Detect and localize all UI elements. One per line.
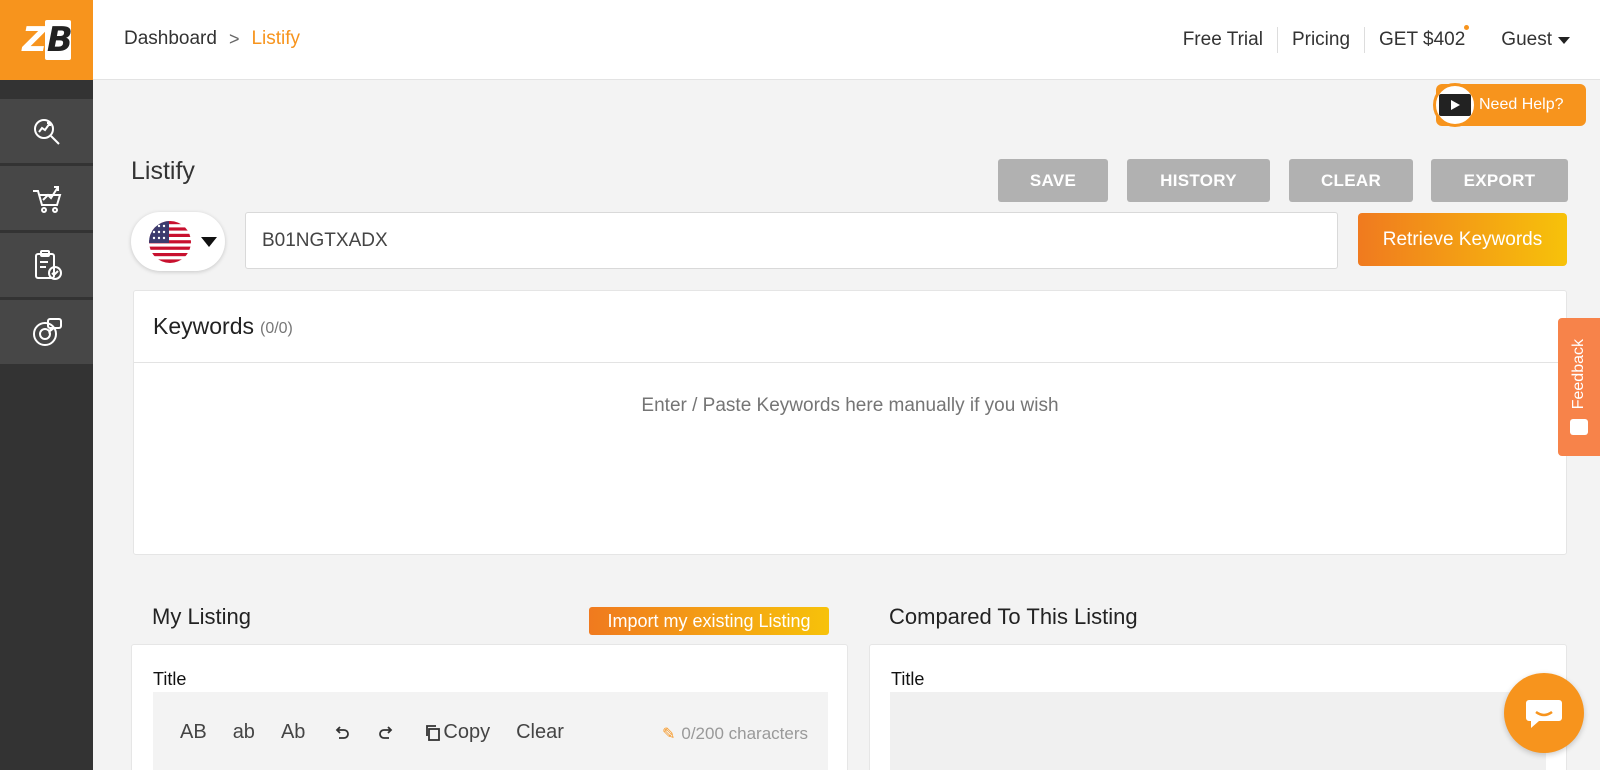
target-chat-icon — [32, 318, 62, 346]
pricing-link[interactable]: Pricing — [1278, 27, 1366, 53]
copy-icon — [426, 724, 441, 741]
feedback-label: Feedback — [1570, 338, 1587, 410]
undo-icon — [336, 725, 350, 739]
clipboard-check-icon — [34, 250, 62, 280]
sidebar-item-cart[interactable] — [0, 166, 93, 230]
compared-listing-card: Title — [869, 644, 1567, 770]
need-help-label: Need Help? — [1479, 96, 1564, 113]
my-title-label: Title — [153, 669, 187, 689]
copy-button[interactable]: Copy — [423, 721, 490, 744]
sidebar-item-analytics[interactable] — [0, 99, 93, 163]
chat-button[interactable] — [1504, 673, 1584, 753]
save-button[interactable]: SAVE — [998, 159, 1108, 202]
compared-title-area — [890, 692, 1546, 770]
us-flag-icon — [149, 220, 191, 263]
country-selector[interactable] — [131, 212, 225, 271]
caret-down-icon — [201, 236, 217, 247]
keywords-title: Keywords — [153, 313, 254, 339]
clear-title-button[interactable]: Clear — [516, 721, 564, 744]
clear-button[interactable]: CLEAR — [1289, 159, 1413, 202]
feedback-icon — [1570, 419, 1588, 436]
keywords-count: (0/0) — [259, 319, 293, 337]
logo[interactable]: ZB — [0, 0, 93, 80]
lowercase-button[interactable]: ab — [233, 721, 255, 744]
copy-label: Copy — [443, 721, 491, 743]
logo-b: B — [44, 20, 73, 60]
feedback-tab[interactable]: Feedback — [1558, 318, 1600, 456]
uppercase-button[interactable]: AB — [180, 721, 207, 744]
keywords-header: Keywords (0/0) — [134, 291, 1566, 363]
undo-button[interactable] — [331, 723, 351, 743]
character-count-value: 0/200 characters — [681, 724, 808, 743]
my-listing-title: My Listing — [152, 604, 252, 629]
editor-toolbar: AB ab Ab Copy Clear — [180, 721, 590, 744]
get-offer-label: GET $402 — [1379, 29, 1466, 50]
sidebar: ZB — [0, 0, 93, 770]
top-header: Dashboard > Listify Free Trial Pricing G… — [93, 0, 1600, 80]
compared-title-label: Title — [891, 669, 925, 689]
history-button[interactable]: HISTORY — [1127, 159, 1270, 202]
breadcrumb: Dashboard > Listify — [124, 28, 300, 50]
need-help-button[interactable]: Need Help? — [1433, 83, 1586, 127]
notification-dot — [1464, 25, 1470, 30]
caret-down-icon — [1558, 36, 1570, 44]
pencil-icon: ✎ — [661, 726, 676, 743]
breadcrumb-separator: > — [228, 28, 240, 49]
page-title: Listify — [131, 157, 195, 185]
my-listing-card: Title AB ab Ab Copy Clear ✎ 0/200 charac… — [131, 644, 848, 770]
title-editor: AB ab Ab Copy Clear ✎ 0/200 characters — [153, 692, 828, 770]
get-offer-link[interactable]: GET $402 — [1365, 25, 1479, 53]
retrieve-keywords-button[interactable]: Retrieve Keywords — [1358, 213, 1567, 266]
capitalize-button[interactable]: Ab — [281, 721, 305, 744]
import-listing-button[interactable]: Import my existing Listing — [589, 607, 829, 635]
breadcrumb-current: Listify — [251, 28, 301, 49]
redo-icon — [379, 725, 393, 739]
breadcrumb-dashboard[interactable]: Dashboard — [124, 28, 217, 50]
sidebar-item-checklist[interactable] — [0, 233, 93, 297]
top-nav: Free Trial Pricing GET $402 Guest — [1169, 0, 1600, 80]
sidebar-item-target[interactable] — [0, 300, 93, 364]
redo-button[interactable] — [377, 723, 397, 743]
video-icon — [1433, 83, 1477, 127]
character-count: ✎ 0/200 characters — [662, 724, 808, 744]
keywords-textarea[interactable] — [134, 363, 1566, 553]
keywords-panel: Keywords (0/0) — [133, 290, 1567, 555]
analytics-search-icon — [33, 119, 60, 145]
guest-label: Guest — [1501, 29, 1552, 50]
chat-icon — [1526, 700, 1562, 728]
cart-chart-icon — [32, 186, 61, 213]
asin-input[interactable] — [245, 212, 1338, 269]
export-button[interactable]: EXPORT — [1431, 159, 1568, 202]
guest-menu[interactable]: Guest — [1479, 29, 1600, 51]
logo-z: Z — [22, 20, 47, 60]
compared-listing-title: Compared To This Listing — [889, 604, 1138, 629]
free-trial-link[interactable]: Free Trial — [1169, 27, 1278, 53]
